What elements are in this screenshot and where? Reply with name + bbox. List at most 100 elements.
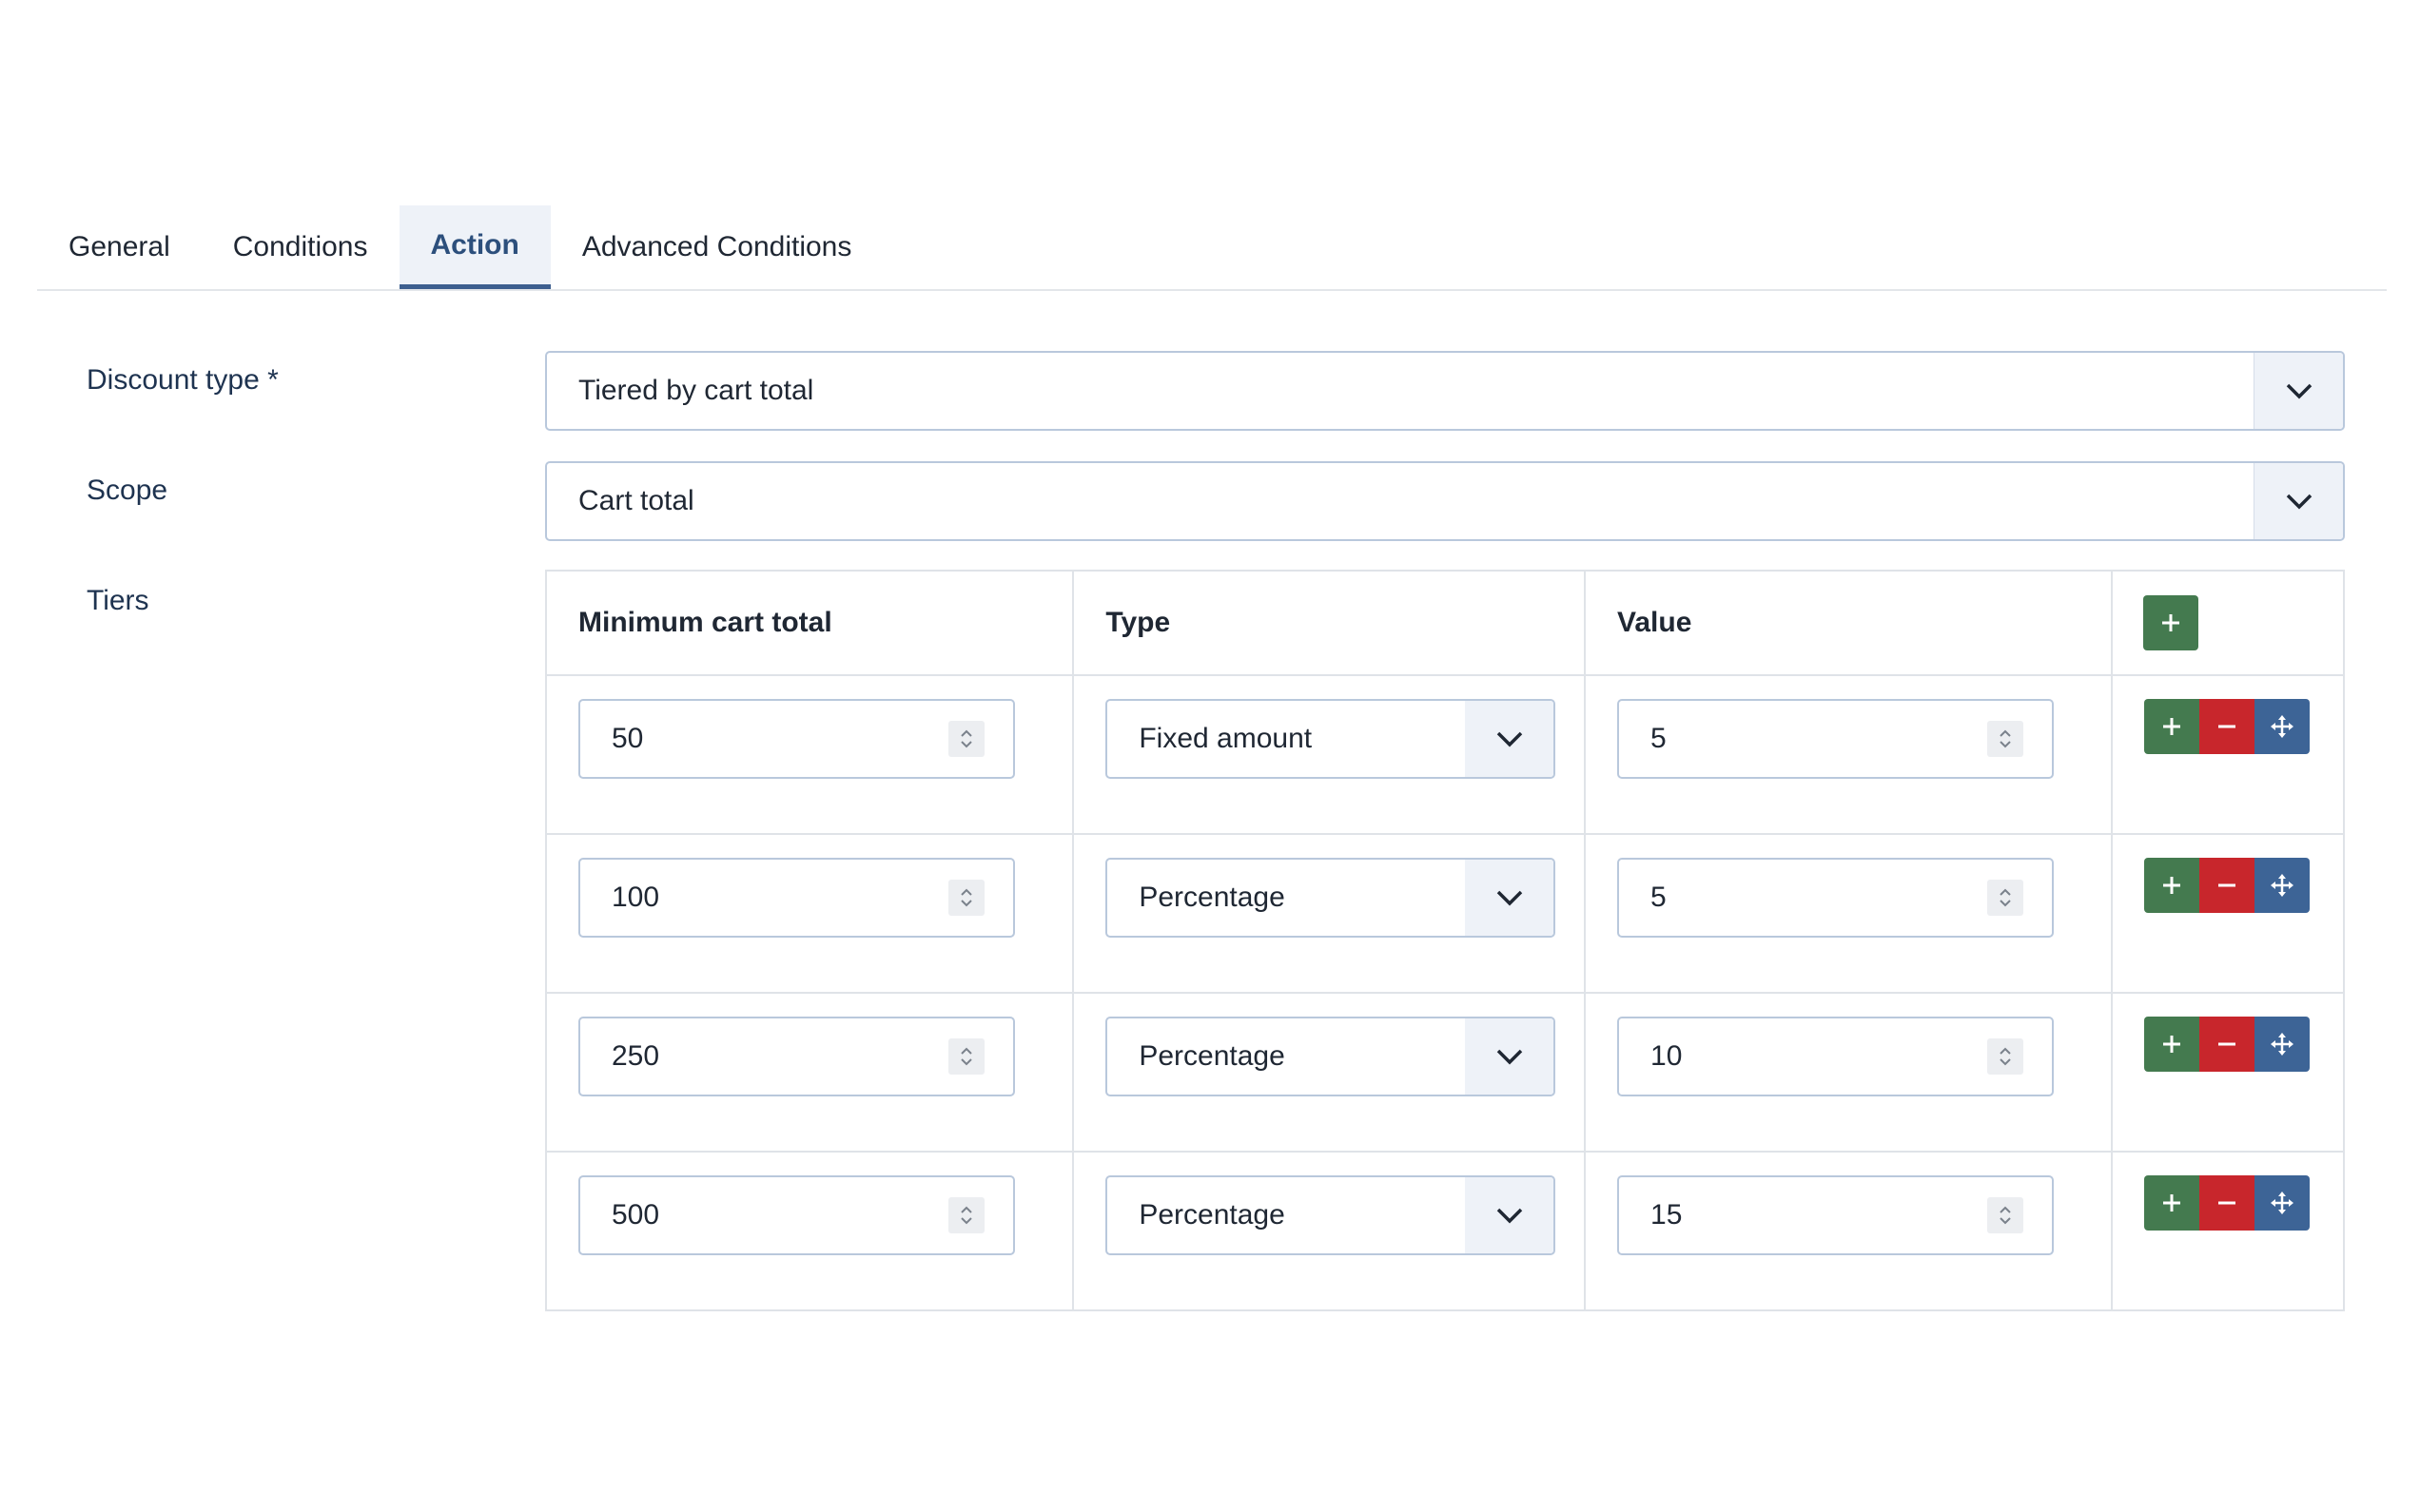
type-value: Percentage [1139, 882, 1285, 913]
plus-icon [2163, 1036, 2181, 1053]
type-cell: Percentage [1072, 833, 1587, 994]
chevron-down-icon [2254, 463, 2343, 539]
scope-select[interactable]: Cart total [545, 461, 2345, 541]
table-row: 50 Fixed amount 5 [544, 674, 2345, 835]
table-row: 100 Percentage 5 [544, 833, 2345, 994]
remove-row-button[interactable] [2199, 858, 2255, 913]
tab-bar: General Conditions Action Advanced Condi… [37, 205, 2387, 291]
plus-icon [2163, 1194, 2181, 1212]
spinner-updown-icon[interactable] [948, 1038, 985, 1075]
tab-advanced-conditions[interactable]: Advanced Conditions [551, 205, 884, 289]
spinner-updown-icon[interactable] [1987, 880, 2024, 916]
scope-value: Cart total [578, 485, 694, 516]
move-arrows-icon [2271, 874, 2294, 897]
minimum-cart-total-input[interactable]: 100 [578, 858, 1015, 938]
plus-icon [2162, 614, 2180, 631]
type-select[interactable]: Percentage [1105, 858, 1556, 938]
minimum-cart-total-cell: 250 [544, 992, 1075, 1153]
value-input[interactable]: 10 [1617, 1017, 2055, 1096]
row-action-buttons [2144, 858, 2343, 913]
chevron-down-icon [2254, 353, 2343, 429]
move-arrows-icon [2271, 715, 2294, 738]
value-input[interactable]: 15 [1617, 1175, 2055, 1255]
add-row-button[interactable] [2144, 1017, 2200, 1072]
spinner-updown-icon[interactable] [1987, 721, 2024, 757]
spinner-updown-icon[interactable] [948, 721, 985, 757]
value-cell: 5 [1584, 674, 2114, 835]
minus-icon [2218, 1201, 2236, 1205]
minimum-cart-total-value: 500 [612, 1199, 660, 1231]
header-minimum-cart-total: Minimum cart total [544, 570, 1075, 676]
remove-row-button[interactable] [2199, 699, 2255, 754]
discount-type-select[interactable]: Tiered by cart total [545, 351, 2345, 431]
minimum-cart-total-cell: 500 [544, 1151, 1075, 1311]
type-value: Percentage [1139, 1199, 1285, 1231]
scope-label: Scope [87, 475, 168, 506]
minimum-cart-total-input[interactable]: 250 [578, 1017, 1015, 1096]
add-row-button[interactable] [2144, 699, 2200, 754]
row-actions-cell [2111, 833, 2345, 994]
minimum-cart-total-input[interactable]: 50 [578, 699, 1015, 779]
tab-action[interactable]: Action [399, 205, 551, 289]
type-select[interactable]: Percentage [1105, 1017, 1556, 1096]
row-actions-cell [2111, 992, 2345, 1153]
move-row-button[interactable] [2254, 858, 2311, 913]
tiers-header-row: Minimum cart total Type Value [544, 570, 2345, 676]
type-select[interactable]: Fixed amount [1105, 699, 1556, 779]
type-select[interactable]: Percentage [1105, 1175, 1556, 1255]
chevron-down-icon [1465, 1177, 1554, 1253]
row-action-buttons [2144, 1175, 2343, 1231]
minimum-cart-total-cell: 100 [544, 833, 1075, 994]
type-cell: Percentage [1072, 1151, 1587, 1311]
minus-icon [2218, 1042, 2236, 1046]
chevron-down-icon [1465, 860, 1554, 936]
value-input[interactable]: 5 [1617, 699, 2055, 779]
move-row-button[interactable] [2254, 699, 2311, 754]
minimum-cart-total-value: 250 [612, 1040, 660, 1072]
value-value: 15 [1650, 1199, 1683, 1231]
table-row: 500 Percentage 15 [544, 1151, 2345, 1311]
discount-type-value: Tiered by cart total [578, 375, 814, 406]
add-row-button[interactable] [2144, 858, 2200, 913]
minus-icon [2218, 883, 2236, 887]
minimum-cart-total-value: 50 [612, 723, 644, 754]
move-row-button[interactable] [2254, 1017, 2311, 1072]
spinner-updown-icon[interactable] [1987, 1197, 2024, 1233]
header-value: Value [1584, 570, 2114, 676]
row-action-buttons [2144, 1017, 2343, 1072]
add-row-button[interactable] [2144, 1175, 2200, 1231]
spinner-updown-icon[interactable] [948, 880, 985, 916]
add-tier-button[interactable] [2143, 595, 2199, 650]
tiers-label: Tiers [87, 585, 149, 616]
value-value: 5 [1650, 882, 1667, 913]
value-cell: 5 [1584, 833, 2114, 994]
minimum-cart-total-cell: 50 [544, 674, 1075, 835]
spinner-updown-icon[interactable] [948, 1197, 985, 1233]
value-value: 10 [1650, 1040, 1683, 1072]
value-input[interactable]: 5 [1617, 858, 2055, 938]
value-cell: 15 [1584, 1151, 2114, 1311]
type-cell: Fixed amount [1072, 674, 1587, 835]
row-action-buttons [2144, 699, 2343, 754]
minus-icon [2218, 725, 2236, 728]
type-cell: Percentage [1072, 992, 1587, 1153]
value-value: 5 [1650, 723, 1667, 754]
discount-type-label: Discount type * [87, 364, 279, 396]
tab-conditions[interactable]: Conditions [202, 205, 400, 289]
minimum-cart-total-value: 100 [612, 882, 660, 913]
move-arrows-icon [2271, 1033, 2294, 1056]
header-type: Type [1072, 570, 1587, 676]
remove-row-button[interactable] [2199, 1175, 2255, 1231]
table-row: 250 Percentage 10 [544, 992, 2345, 1153]
row-actions-cell [2111, 674, 2345, 835]
remove-row-button[interactable] [2199, 1017, 2255, 1072]
move-row-button[interactable] [2254, 1175, 2311, 1231]
plus-icon [2163, 877, 2181, 894]
value-cell: 10 [1584, 992, 2114, 1153]
row-actions-cell [2111, 1151, 2345, 1311]
tab-general[interactable]: General [37, 205, 202, 289]
spinner-updown-icon[interactable] [1987, 1038, 2024, 1075]
type-value: Percentage [1139, 1040, 1285, 1072]
chevron-down-icon [1465, 1018, 1554, 1095]
minimum-cart-total-input[interactable]: 500 [578, 1175, 1015, 1255]
